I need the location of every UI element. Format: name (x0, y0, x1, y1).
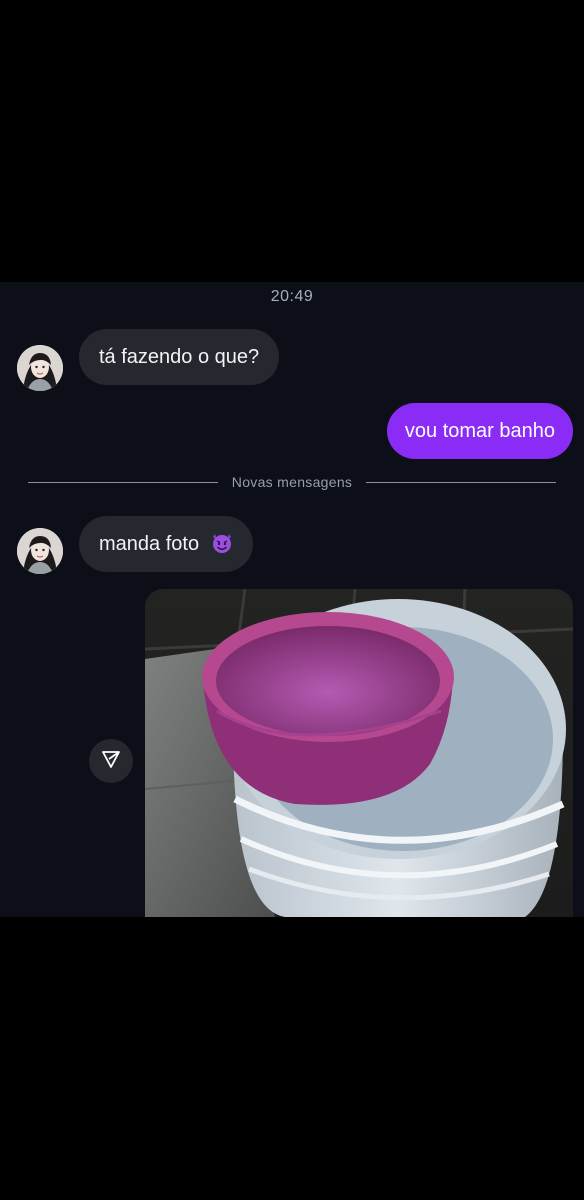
photo-message[interactable] (145, 589, 573, 917)
sender-avatar[interactable] (17, 345, 63, 391)
incoming-message-bubble[interactable]: tá fazendo o que? (79, 329, 280, 385)
sender-avatar[interactable] (17, 528, 63, 574)
message-text: tá fazendo o que? (99, 346, 260, 368)
incoming-message-bubble[interactable]: manda foto (79, 516, 253, 572)
message-text: manda foto (99, 533, 200, 555)
share-button[interactable] (89, 739, 133, 783)
divider-line (366, 481, 557, 483)
paper-plane-icon (100, 748, 122, 775)
message-text: vou tomar banho (404, 420, 555, 442)
new-messages-divider: Novas mensagens (28, 474, 557, 490)
smiling-devil-emoji (211, 520, 233, 553)
divider-line (28, 481, 218, 483)
photo-image (145, 589, 573, 917)
outgoing-message-bubble[interactable]: vou tomar banho (386, 403, 573, 459)
message-timestamp: 20:49 (270, 288, 314, 305)
new-messages-label: Novas mensagens (231, 474, 353, 490)
chat-screen: 20:49 tá fazendo o que? vou tomar banho … (0, 282, 584, 917)
